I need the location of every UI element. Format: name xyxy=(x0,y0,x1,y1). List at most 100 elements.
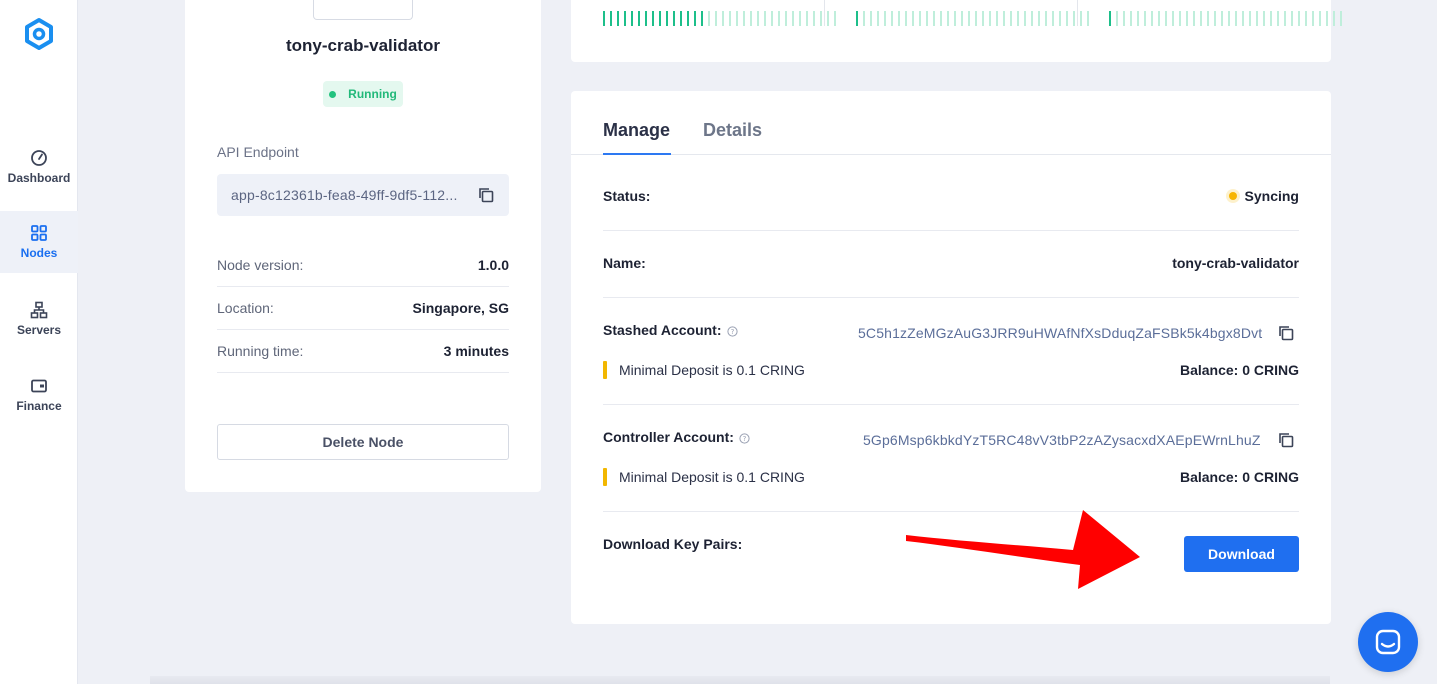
help-icon[interactable]: ? xyxy=(739,433,750,444)
node-summary-card: tony-crab-validator Running API Endpoint… xyxy=(185,0,541,492)
sidebar-item-nodes[interactable]: Nodes xyxy=(0,211,78,273)
activity-bar xyxy=(666,11,668,26)
activity-bar xyxy=(694,11,696,26)
info-key: Running time: xyxy=(217,343,304,359)
activity-bar xyxy=(757,11,759,26)
activity-bar xyxy=(659,11,661,26)
chat-launcher-button[interactable] xyxy=(1358,612,1418,672)
activity-bar xyxy=(954,11,956,26)
help-icon[interactable]: ? xyxy=(727,326,738,337)
controller-account-address: 5Gp6Msp6kbkdYzT5RC48vV3tbP2zAZysacxdXAEp… xyxy=(863,432,1261,448)
activity-bar xyxy=(996,11,998,26)
activity-bar xyxy=(1038,11,1040,26)
activity-bar xyxy=(638,11,640,26)
info-key: Location: xyxy=(217,300,274,316)
activity-bar xyxy=(1109,11,1111,26)
tab-manage[interactable]: Manage xyxy=(603,120,670,141)
activity-bar xyxy=(1017,11,1019,26)
sidebar-item-finance[interactable]: Finance xyxy=(0,364,78,426)
sidebar-item-servers[interactable]: Servers xyxy=(0,288,78,350)
controller-account-label: Controller Account: xyxy=(603,429,734,445)
activity-bar xyxy=(680,11,682,26)
svg-text:?: ? xyxy=(731,328,735,336)
activity-bar xyxy=(1340,11,1342,26)
activity-bar xyxy=(631,11,633,26)
activity-bar xyxy=(1123,11,1125,26)
activity-bar xyxy=(905,11,907,26)
activity-bar xyxy=(1130,11,1132,26)
node-image-placeholder xyxy=(313,0,413,20)
delete-node-button[interactable]: Delete Node xyxy=(217,424,509,460)
activity-bar xyxy=(1221,11,1223,26)
chat-icon xyxy=(1375,629,1401,655)
activity-bars xyxy=(603,11,836,26)
footer-shadow xyxy=(150,676,1330,684)
activity-bar xyxy=(1305,11,1307,26)
activity-bar xyxy=(982,11,984,26)
running-time-row: Running time: 3 minutes xyxy=(217,330,509,373)
status-label: Status: xyxy=(603,188,651,204)
activity-bar xyxy=(1284,11,1286,26)
activity-bar xyxy=(1270,11,1272,26)
activity-bar xyxy=(750,11,752,26)
activity-bar xyxy=(1052,11,1054,26)
activity-bar xyxy=(673,11,675,26)
arrow-annotation-icon xyxy=(906,510,1140,589)
copy-icon[interactable] xyxy=(1277,324,1295,342)
name-row: Name: tony-crab-validator xyxy=(603,231,1299,298)
activity-bar xyxy=(1066,11,1068,26)
activity-bar xyxy=(1249,11,1251,26)
activity-bar xyxy=(1151,11,1153,26)
activity-bar xyxy=(1291,11,1293,26)
activity-bar xyxy=(1144,11,1146,26)
activity-bar xyxy=(617,11,619,26)
activity-bar xyxy=(1010,11,1012,26)
activity-bar xyxy=(799,11,801,26)
activity-bar xyxy=(729,11,731,26)
gauge-icon xyxy=(31,150,47,166)
activity-bar xyxy=(961,11,963,26)
sidebar-item-dashboard[interactable]: Dashboard xyxy=(0,136,78,198)
activity-bar xyxy=(722,11,724,26)
stashed-account-label: Stashed Account: xyxy=(603,322,722,338)
sidebar-item-label: Nodes xyxy=(20,246,58,260)
name-label: Name: xyxy=(603,255,646,271)
api-endpoint-label: API Endpoint xyxy=(217,144,299,160)
location-row: Location: Singapore, SG xyxy=(217,287,509,330)
logo-hexagon-icon[interactable] xyxy=(22,17,56,51)
activity-bar xyxy=(1172,11,1174,26)
activity-bar xyxy=(1319,11,1321,26)
activity-bar xyxy=(947,11,949,26)
activity-bar xyxy=(743,11,745,26)
stashed-deposit-note: Minimal Deposit is 0.1 CRING xyxy=(603,361,805,379)
activity-bar xyxy=(891,11,893,26)
activity-bar xyxy=(1235,11,1237,26)
activity-bar xyxy=(1242,11,1244,26)
activity-bar xyxy=(1003,11,1005,26)
controller-deposit-note: Minimal Deposit is 0.1 CRING xyxy=(603,468,805,486)
activity-bar xyxy=(1263,11,1265,26)
stashed-account-address: 5C5h1zZeMGzAuG3JRR9uHWAfNfXsDduqZaFSBk5k… xyxy=(858,325,1263,341)
activity-bar xyxy=(1214,11,1216,26)
activity-bar xyxy=(1326,11,1328,26)
activity-bar xyxy=(1165,11,1167,26)
activity-bar xyxy=(1179,11,1181,26)
activity-bar xyxy=(771,11,773,26)
activity-bar xyxy=(1087,11,1089,26)
activity-bar xyxy=(834,11,836,26)
activity-bar xyxy=(884,11,886,26)
activity-bar xyxy=(1277,11,1279,26)
activity-bar xyxy=(652,11,654,26)
activity-bar xyxy=(624,11,626,26)
tab-details[interactable]: Details xyxy=(703,120,762,141)
activity-bar xyxy=(863,11,865,26)
activity-bar xyxy=(778,11,780,26)
tab-bar: Manage Details xyxy=(571,91,1331,155)
activity-bar xyxy=(919,11,921,26)
copy-icon[interactable] xyxy=(477,186,495,204)
activity-bar xyxy=(645,11,647,26)
api-endpoint-field[interactable]: app-8c12361b-fea8-49ff-9df5-112... xyxy=(217,174,509,216)
download-button[interactable]: Download xyxy=(1184,536,1299,572)
copy-icon[interactable] xyxy=(1277,431,1295,449)
network-icon xyxy=(30,301,48,319)
